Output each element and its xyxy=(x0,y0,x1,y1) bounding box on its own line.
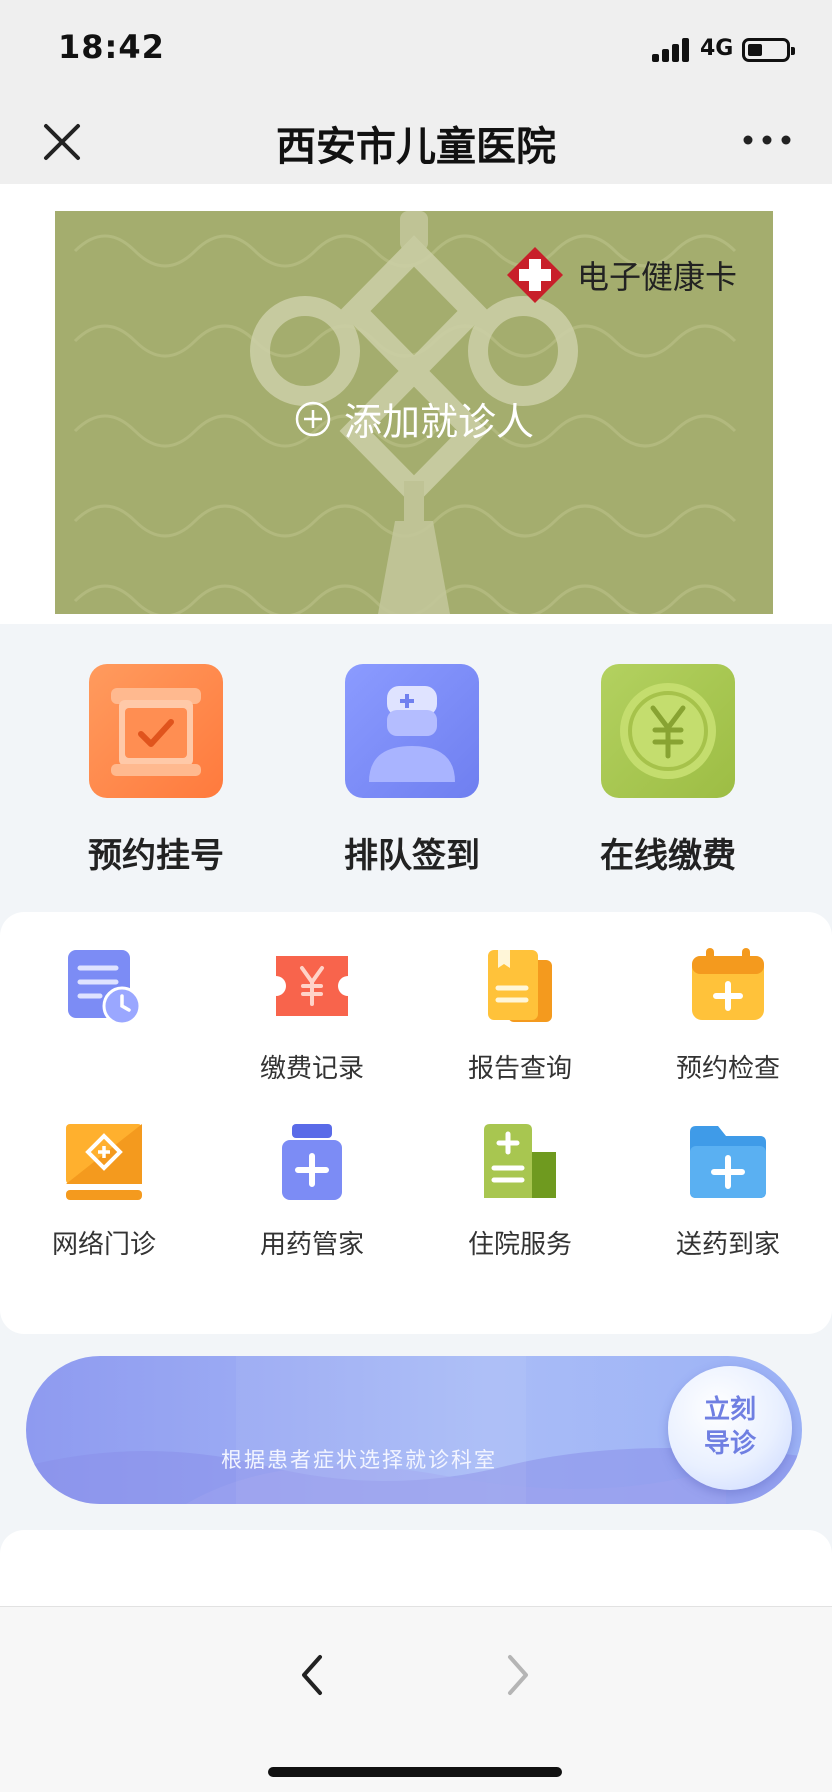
quick-label: 在线缴费 xyxy=(600,836,736,876)
quick-label: 排队签到 xyxy=(344,836,480,876)
service-item[interactable]: 缴费记录 xyxy=(208,946,416,1084)
yen-coin-icon xyxy=(601,664,735,798)
status-time: 18:42 xyxy=(58,28,165,66)
status-bar: 18:42 4G xyxy=(0,0,832,100)
quick-actions: 预约挂号 排队签到 在线缴费 xyxy=(0,624,832,910)
bottom-panel xyxy=(0,1530,832,1610)
yen-ticket-icon xyxy=(272,946,352,1026)
page-title: 西安市儿童医院 xyxy=(276,124,556,170)
nav-bar: 西安市儿童医院 xyxy=(0,100,832,184)
service-item[interactable] xyxy=(0,946,208,1082)
quick-item-appointment[interactable]: 预约挂号 xyxy=(46,664,266,877)
service-item[interactable]: 报告查询 xyxy=(416,946,624,1084)
chevron-right-icon xyxy=(508,1655,528,1695)
service-item[interactable]: 用药管家 xyxy=(208,1122,416,1260)
hospital-doc-icon xyxy=(480,1122,560,1202)
chevron-left-icon xyxy=(302,1655,322,1695)
home-indicator xyxy=(268,1767,562,1777)
health-card[interactable]: 电子健康卡 添加就诊人 xyxy=(55,211,773,614)
signal-icon xyxy=(652,38,692,62)
service-label: 预约检查 xyxy=(675,1054,780,1084)
service-label xyxy=(0,1048,208,1082)
more-icon xyxy=(743,135,791,145)
service-label: 住院服务 xyxy=(467,1230,572,1260)
card-area: 电子健康卡 添加就诊人 xyxy=(0,184,832,624)
guide-button-line: 立刻 xyxy=(703,1395,756,1425)
service-item[interactable]: 预约检查 xyxy=(624,946,832,1084)
service-label: 报告查询 xyxy=(467,1054,572,1084)
doctor-icon xyxy=(345,664,479,798)
back-button[interactable] xyxy=(290,1647,334,1703)
red-cross-icon xyxy=(506,247,563,303)
service-label: 网络门诊 xyxy=(51,1230,156,1260)
card-brand: 电子健康卡 xyxy=(505,245,737,305)
more-button[interactable] xyxy=(742,128,792,152)
plus-circle-icon xyxy=(295,401,331,436)
guide-button-line: 导诊 xyxy=(703,1429,756,1459)
service-label: 送药到家 xyxy=(675,1230,780,1260)
browser-toolbar xyxy=(0,1606,832,1792)
network-type: 4G xyxy=(700,36,734,61)
service-item[interactable]: 住院服务 xyxy=(416,1122,624,1260)
service-item[interactable]: 送药到家 xyxy=(624,1122,832,1260)
add-patient-button[interactable]: 添加就诊人 xyxy=(55,391,773,446)
add-patient-label: 添加就诊人 xyxy=(343,400,534,444)
quick-item-queue[interactable]: 排队签到 xyxy=(302,664,522,877)
service-grid: 缴费记录 报告查询 预约检查 网络门诊 用药管家 住院服务 送药到家 xyxy=(0,912,832,1334)
guide-banner[interactable]: 根据患者症状选择就诊科室 立刻 导诊 xyxy=(26,1356,802,1504)
battery-icon xyxy=(742,38,795,62)
report-icon xyxy=(480,946,560,1026)
guide-text: 根据患者症状选择就诊科室 xyxy=(221,1448,497,1472)
list-clock-icon xyxy=(64,946,144,1026)
service-label: 缴费记录 xyxy=(259,1054,364,1084)
quick-item-payment[interactable]: 在线缴费 xyxy=(558,664,778,877)
calendar-plus-icon xyxy=(688,946,768,1026)
service-label: 用药管家 xyxy=(259,1230,364,1260)
card-brand-text: 电子健康卡 xyxy=(576,258,737,296)
medicine-bottle-icon xyxy=(272,1122,352,1202)
guide-now-button[interactable]: 立刻 导诊 xyxy=(668,1366,792,1490)
calendar-check-icon xyxy=(89,664,223,798)
quick-label: 预约挂号 xyxy=(88,836,224,876)
service-item[interactable]: 网络门诊 xyxy=(0,1122,208,1260)
forward-button[interactable] xyxy=(496,1647,540,1703)
folder-plus-icon xyxy=(688,1122,768,1202)
laptop-medical-icon xyxy=(64,1122,144,1202)
